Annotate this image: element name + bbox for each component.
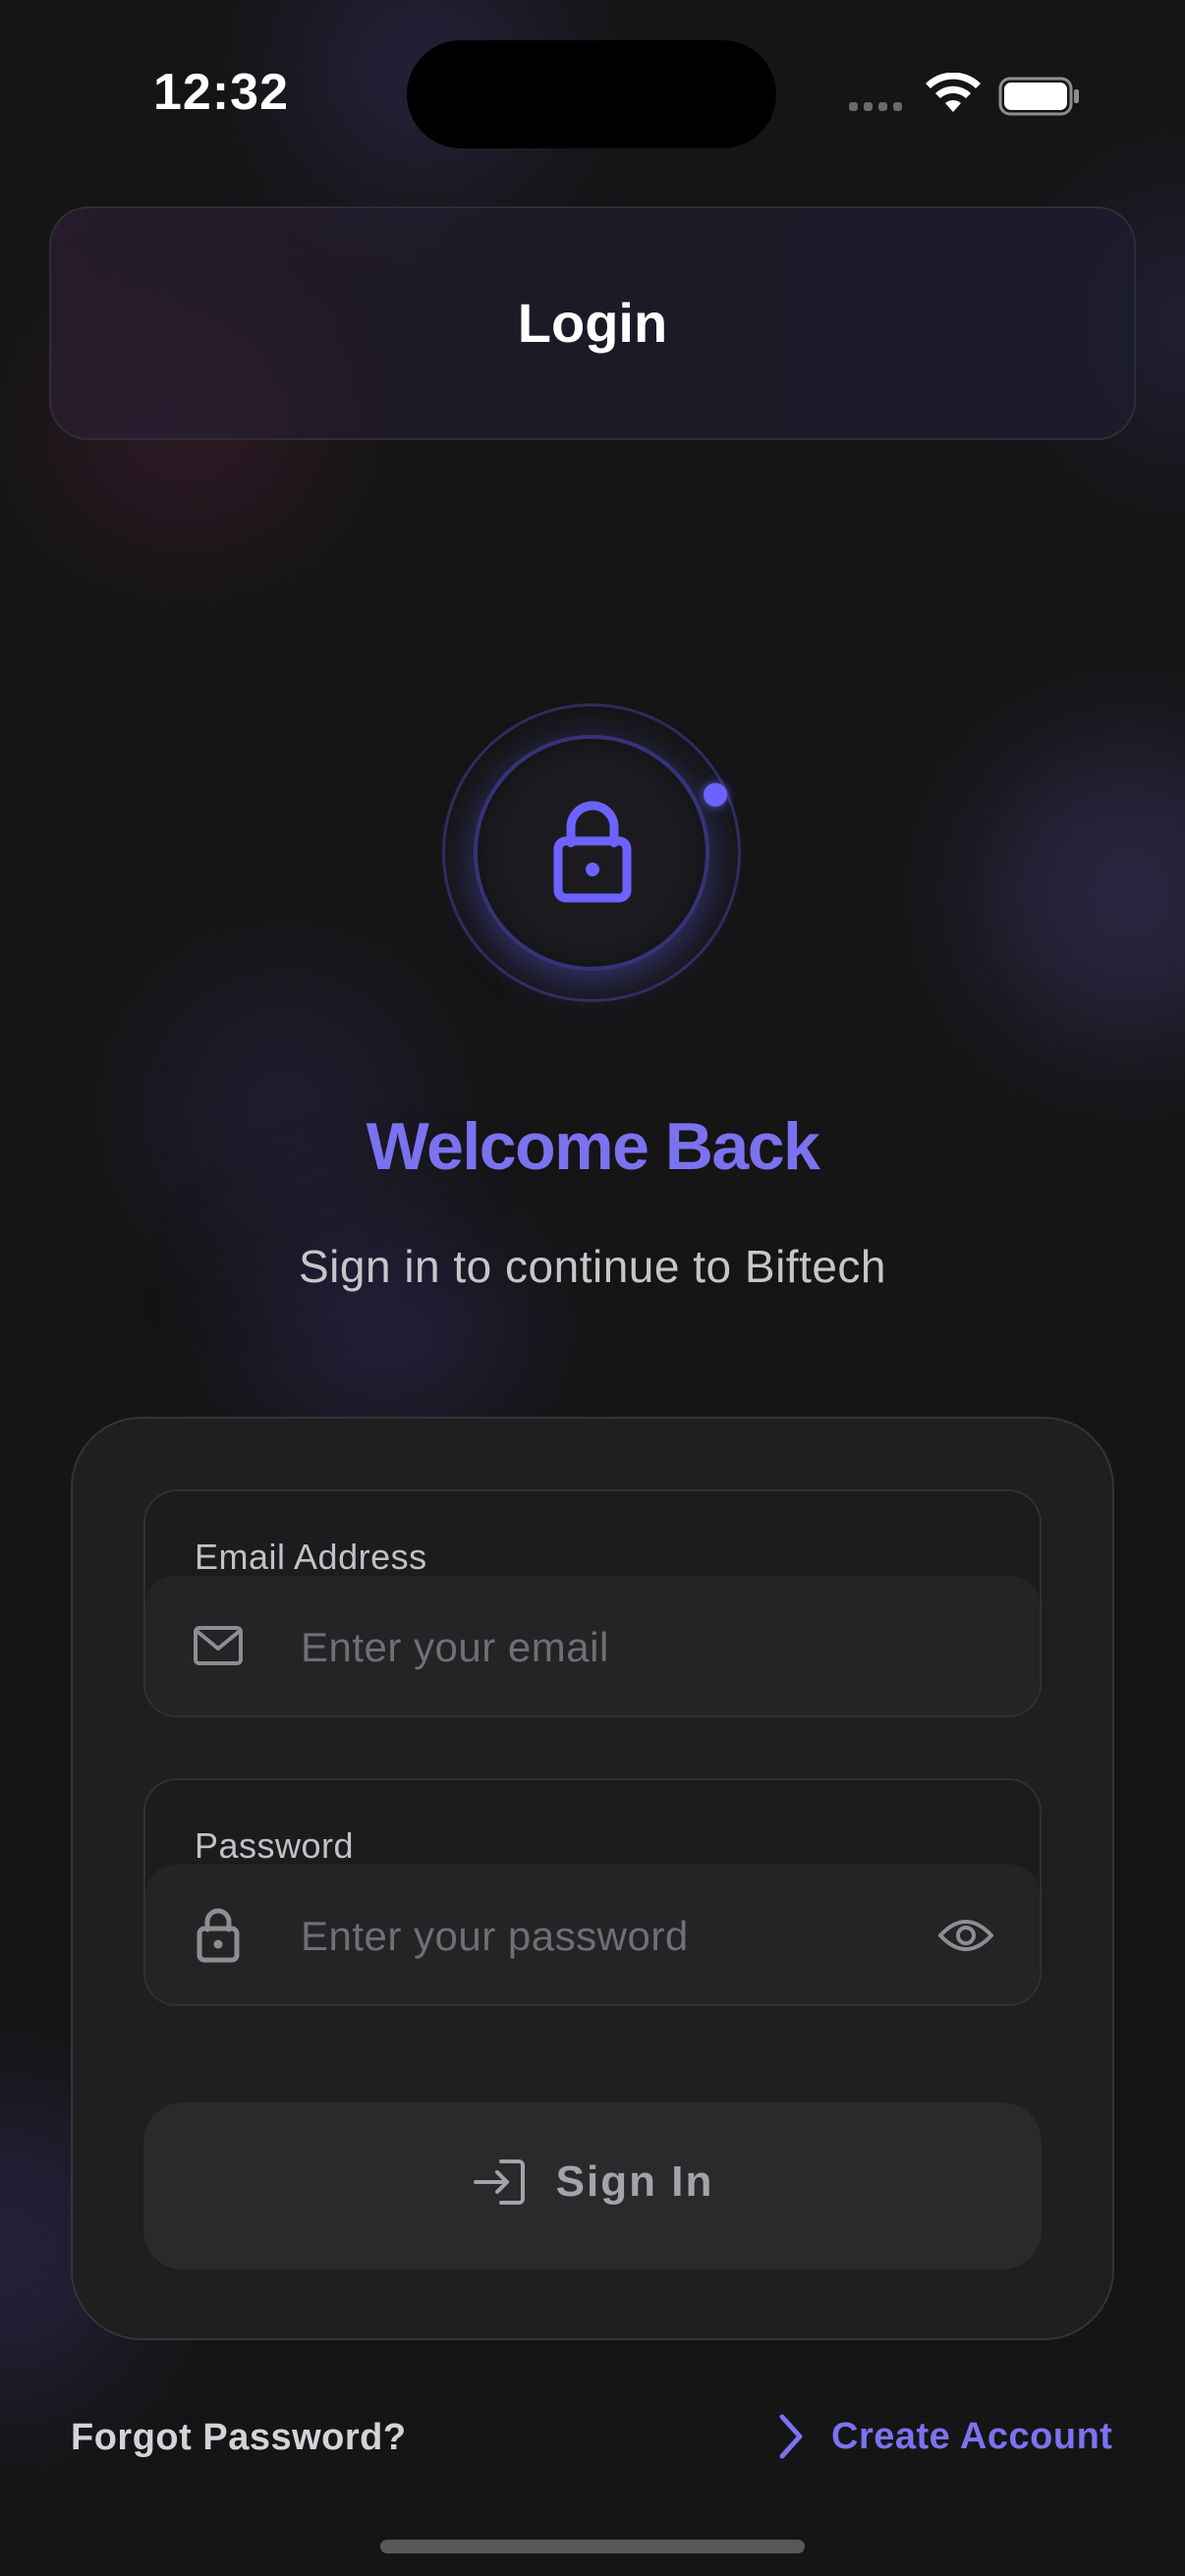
dynamic-island [407,40,776,148]
password-input-container[interactable] [145,1865,1040,2004]
status-dot [704,783,727,807]
create-account-label: Create Account [831,2415,1113,2457]
background-glow [983,747,1185,1041]
status-time: 12:32 [153,64,289,121]
welcome-heading: Welcome Back [366,1109,820,1184]
sign-in-label: Sign In [555,2157,714,2206]
lock-icon [197,1908,240,1963]
email-input-container[interactable] [145,1576,1040,1715]
forgot-password-link[interactable]: Forgot Password? [71,2417,407,2459]
email-input[interactable] [301,1613,910,1682]
password-field: Password [143,1778,1042,2006]
mail-icon [194,1626,243,1665]
battery-icon [998,77,1079,116]
create-account-link[interactable]: Create Account [776,2413,1112,2460]
eye-icon[interactable] [937,1916,994,1955]
login-screen: 12:32 Login Welcome Back Sign in to cont… [0,0,1185,2576]
lock-icon [553,801,632,903]
welcome-subtitle: Sign in to continue to Biftech [298,1241,887,1292]
login-arrow-icon [473,2159,525,2205]
chevron-right-icon [779,2414,803,2459]
cellular-signal-icon [849,102,902,111]
password-label: Password [195,1825,355,1866]
password-input[interactable] [301,1902,910,1971]
page-title: Login [517,292,668,354]
email-label: Email Address [195,1537,427,1577]
home-indicator[interactable] [380,2540,805,2553]
header-bar: Login [49,206,1136,440]
sign-in-button[interactable]: Sign In [143,2102,1042,2269]
email-field: Email Address [143,1489,1042,1717]
wifi-icon [926,73,981,112]
